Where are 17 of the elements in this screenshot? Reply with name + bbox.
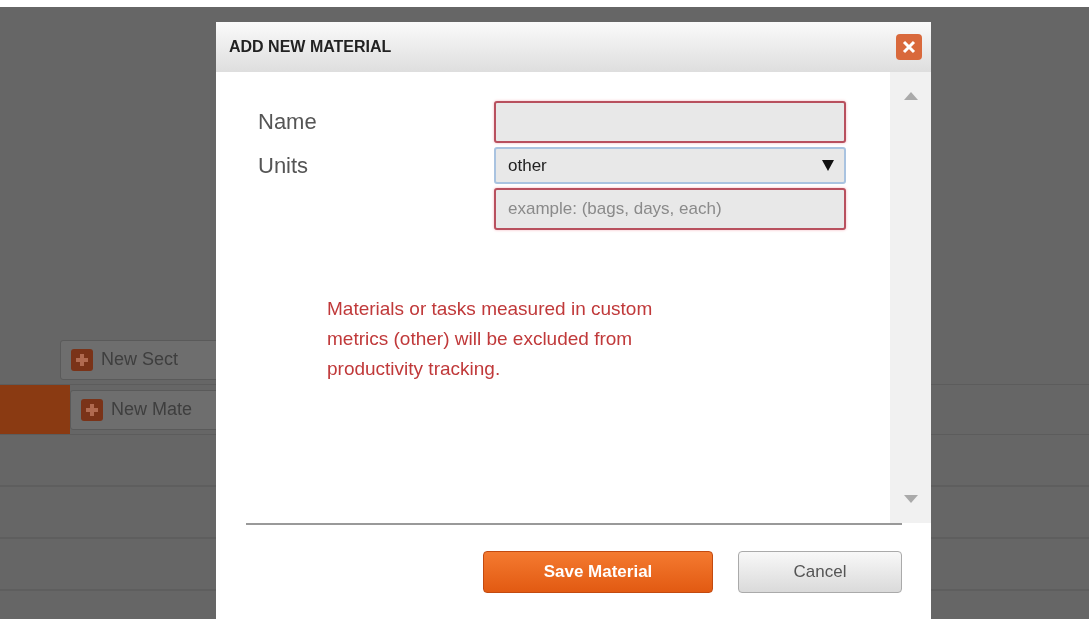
close-icon xyxy=(902,40,916,54)
scroll-down-icon[interactable] xyxy=(903,495,918,503)
units-dropdown[interactable]: other xyxy=(494,147,846,184)
field-label: Name xyxy=(258,109,318,135)
warning-message: Materials or tasks measured in custom metrics (other) will be excluded from productivity tracking. xyxy=(327,297,654,381)
input-field[interactable] xyxy=(494,101,846,143)
cancel-button[interactable]: Cancel xyxy=(738,551,902,593)
dialog-title: ADD NEW MATERIAL xyxy=(229,38,392,56)
scroll-up-icon[interactable] xyxy=(903,92,918,100)
plus-icon xyxy=(81,398,103,421)
dropdown-arrow-icon xyxy=(822,160,834,171)
field-label: Units xyxy=(258,152,310,179)
plus-icon xyxy=(71,348,93,371)
save-button[interactable]: Save Material xyxy=(483,551,713,593)
close-button[interactable] xyxy=(896,34,922,60)
input-field[interactable]: example: (bags, days, each) xyxy=(494,188,846,230)
scrollbar[interactable] xyxy=(890,72,931,523)
